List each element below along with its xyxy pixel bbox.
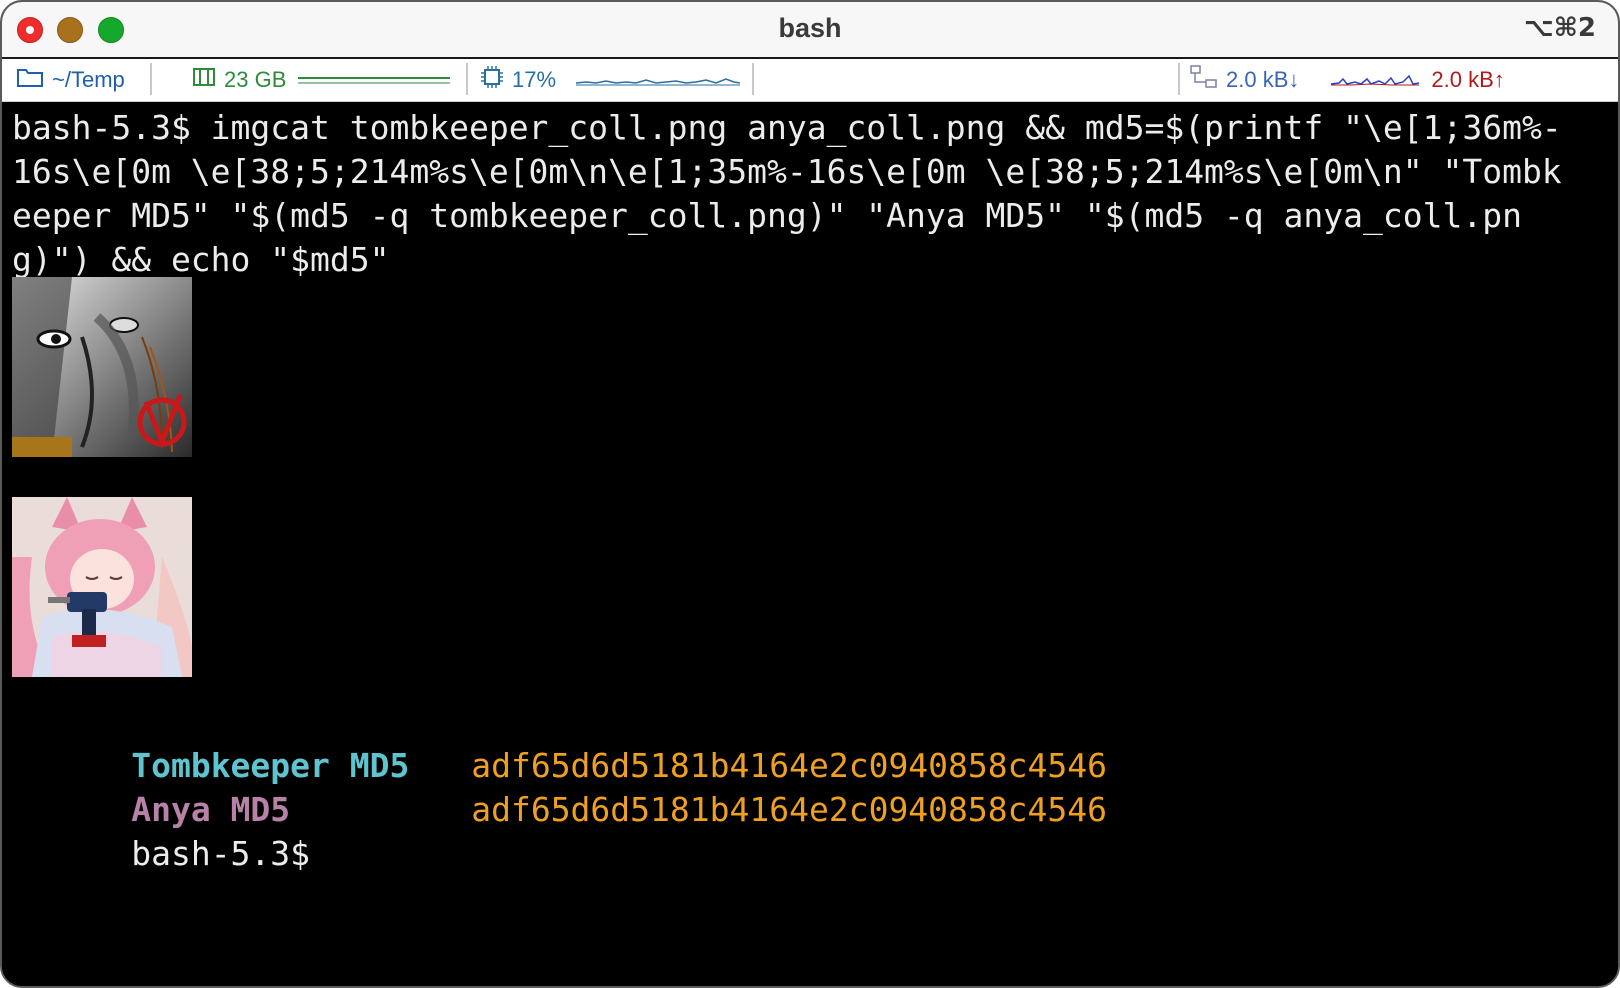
cpu-component[interactable]: 17% xyxy=(480,65,741,95)
anya-image xyxy=(12,497,192,677)
network-graph xyxy=(1331,67,1420,93)
status-divider xyxy=(150,63,152,95)
tombkeeper-image xyxy=(12,277,192,457)
window-shortcut: ⌥⌘2 xyxy=(1523,13,1596,43)
output-hash: adf65d6d5181b4164e2c0940858c4546 xyxy=(471,790,1107,829)
disk-label: 23 GB xyxy=(224,67,287,92)
network-component[interactable]: 2.0 kB↓ 2.0 kB↑ xyxy=(1190,65,1505,95)
path-component[interactable]: ~/Temp xyxy=(16,65,125,95)
network-icon xyxy=(1190,64,1218,96)
command-line: bash-5.3$ imgcat tombkeeper_coll.png any… xyxy=(12,108,1562,279)
network-down-label: 2.0 kB↓ xyxy=(1226,67,1300,92)
status-divider xyxy=(752,63,754,95)
status-divider xyxy=(466,63,468,95)
status-bar: ~/Temp 23 GB 17% 2.0 kB↓ 2.0 kB↑ xyxy=(2,59,1618,102)
disk-component[interactable]: 23 GB xyxy=(192,65,451,95)
path-label: ~/Temp xyxy=(52,67,125,92)
disk-icon xyxy=(192,67,216,93)
title-bar: bash ⌥⌘2 xyxy=(2,2,1618,59)
terminal-content[interactable]: bash-5.3$ imgcat tombkeeper_coll.png any… xyxy=(2,102,1618,986)
cpu-usage-graph xyxy=(575,67,741,93)
prompt: bash-5.3$ xyxy=(131,834,311,873)
folder-icon xyxy=(16,66,44,94)
prompt-line: bash-5.3$ xyxy=(12,788,310,920)
cpu-label: 17% xyxy=(512,67,557,92)
terminal-window: bash ⌥⌘2 ~/Temp 23 GB 17% 2.0 kB↓ 2.0 kB… xyxy=(0,0,1620,988)
cpu-icon xyxy=(480,65,504,95)
window-title: bash xyxy=(778,13,842,43)
status-divider xyxy=(1178,63,1180,95)
network-up-label: 2.0 kB↑ xyxy=(1431,67,1505,92)
disk-usage-graph xyxy=(298,67,451,93)
